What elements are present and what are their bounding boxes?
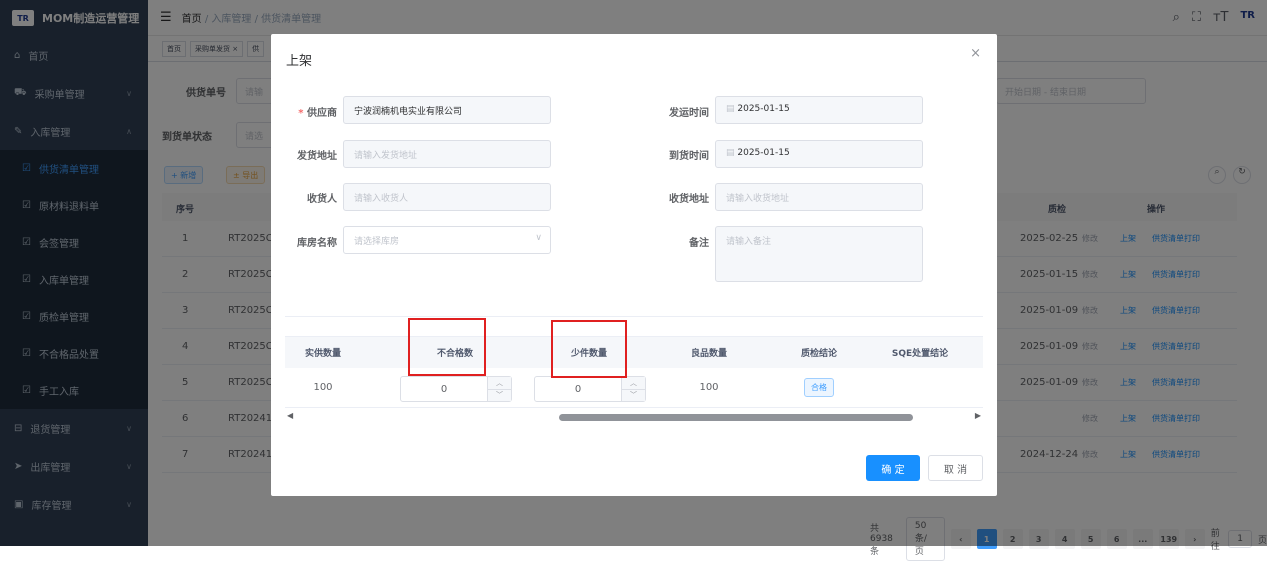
receiver-label: 收货人 <box>307 194 337 205</box>
stepper-controls: ︿ ﹀ <box>621 377 645 401</box>
supplier-label-text: 供应商 <box>307 108 337 119</box>
highlight-box-short <box>551 320 627 378</box>
recv-addr-field[interactable]: 请输入收货地址 <box>715 183 923 211</box>
grid-col-good: 良品数量 <box>690 349 727 359</box>
grid-conclusion-cell: 合格 <box>785 368 853 407</box>
stepper-controls: ︿ ﹀ <box>487 377 511 401</box>
horizontal-scrollbar[interactable]: ◀ ▶ <box>285 411 983 423</box>
short-value[interactable]: 0 <box>535 377 621 401</box>
close-icon[interactable]: × <box>970 46 981 61</box>
calendar-icon: ▤ <box>726 104 738 114</box>
ship-time-field[interactable]: ▤ 2025-01-15 <box>715 96 923 124</box>
highlight-box-unqualified <box>408 318 486 376</box>
short-stepper[interactable]: 0 ︿ ﹀ <box>534 376 646 402</box>
increment-icon[interactable]: ︿ <box>488 377 511 390</box>
grid-row: 100 0 ︿ ﹀ 0 ︿ ﹀ 100 合格 <box>285 368 983 408</box>
ship-time-label: 发运时间 <box>669 108 709 119</box>
scrollbar-thumb[interactable] <box>559 414 913 421</box>
supplier-label: * 供应商 <box>285 104 337 119</box>
receiver-field[interactable]: 请输入收货人 <box>343 183 551 211</box>
divider <box>285 316 983 317</box>
confirm-button[interactable]: 确 定 <box>866 455 920 481</box>
calendar-icon: ▤ <box>726 148 738 158</box>
ship-addr-field[interactable]: 请输入发货地址 <box>343 140 551 168</box>
warehouse-placeholder: 请选择库房 <box>354 237 400 247</box>
remark-textarea[interactable]: 请输入备注 <box>715 226 923 282</box>
conclusion-badge: 合格 <box>804 378 834 397</box>
scroll-left-icon[interactable]: ◀ <box>287 411 293 420</box>
shelve-dialog: 上架 × * 供应商 宁波润楠机电实业有限公司 发运时间 ▤ 2025-01-1… <box>271 34 997 496</box>
grid-sqe-value <box>865 368 975 407</box>
grid-actual-value: 100 <box>313 382 333 393</box>
required-mark: * <box>298 108 307 119</box>
supplier-field[interactable]: 宁波润楠机电实业有限公司 <box>343 96 551 124</box>
increment-icon[interactable]: ︿ <box>622 377 645 390</box>
unqualified-stepper[interactable]: 0 ︿ ﹀ <box>400 376 512 402</box>
arrive-time-field[interactable]: ▤ 2025-01-15 <box>715 140 923 168</box>
warehouse-label: 库房名称 <box>297 238 337 249</box>
cancel-button[interactable]: 取 消 <box>928 455 983 481</box>
decrement-icon[interactable]: ﹀ <box>488 389 511 401</box>
dialog-title: 上架 <box>286 54 313 69</box>
unqualified-value[interactable]: 0 <box>401 377 487 401</box>
grid-col-actual: 实供数量 <box>304 349 341 359</box>
ship-time-value: 2025-01-15 <box>737 104 790 114</box>
warehouse-select[interactable]: 请选择库房 ∨ <box>343 226 551 254</box>
grid-col-conclusion: 质检结论 <box>800 349 837 359</box>
scroll-right-icon[interactable]: ▶ <box>975 411 981 420</box>
ship-addr-label: 发货地址 <box>297 151 337 162</box>
decrement-icon[interactable]: ﹀ <box>622 389 645 401</box>
arrive-time-label: 到货时间 <box>669 151 709 162</box>
arrive-time-value: 2025-01-15 <box>737 148 790 158</box>
grid-col-sqe: SQE处置结论 <box>891 349 949 359</box>
remark-label: 备注 <box>689 238 709 249</box>
recv-addr-label: 收货地址 <box>669 194 709 205</box>
grid-good-value: 100 <box>699 382 719 393</box>
grid-header: 实供数量 不合格数 少件数量 良品数量 质检结论 SQE处置结论 <box>285 336 983 368</box>
chevron-down-icon: ∨ <box>535 233 542 243</box>
